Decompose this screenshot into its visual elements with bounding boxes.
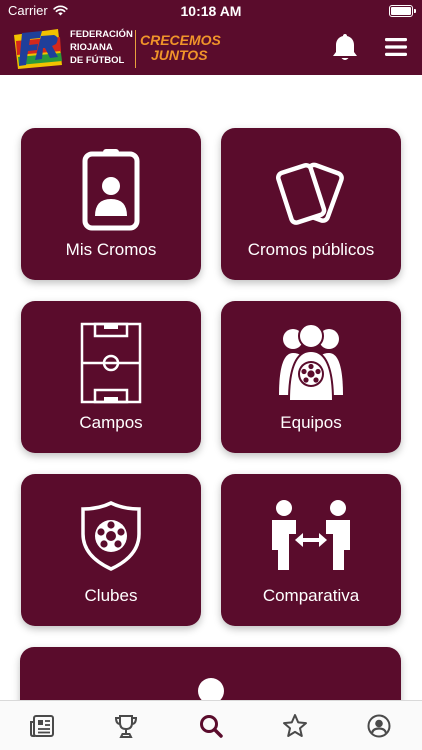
tab-bar — [0, 700, 422, 750]
hamburger-menu-icon[interactable] — [384, 36, 408, 58]
card-clubes[interactable]: Clubes — [21, 474, 201, 626]
card-label: Clubes — [84, 586, 138, 605]
card-label: Comparativa — [262, 586, 360, 605]
header-divider — [135, 30, 136, 68]
card-comparativa[interactable]: Comparativa — [221, 474, 401, 626]
star-icon[interactable] — [282, 713, 308, 739]
federation-line-2: RIOJANA — [70, 42, 113, 53]
federation-name: FEDERACIÓN RIOJANA DE FÚTBOL — [70, 28, 136, 67]
status-bar: Carrier 10:18 AM — [0, 0, 422, 22]
trophy-icon[interactable] — [113, 713, 139, 739]
card-label: Mis Cromos — [65, 240, 157, 259]
slogan-line-1: CRECEMOS — [140, 32, 221, 48]
card-campos[interactable]: Campos — [21, 301, 201, 453]
bell-icon[interactable] — [331, 32, 359, 62]
battery-icon — [389, 5, 416, 17]
compare-players-icon — [272, 500, 350, 570]
search-icon[interactable] — [198, 713, 224, 739]
id-badge-icon — [82, 149, 140, 231]
card-label: Cromos públicos — [247, 240, 375, 259]
card-cromos-publicos[interactable]: Cromos públicos — [221, 128, 401, 280]
card-label: Campos — [79, 413, 143, 432]
app-header: FR FEDERACIÓN RIOJANA DE FÚTBOL CRECEMOS… — [0, 22, 422, 75]
club-shield-icon — [81, 501, 141, 571]
cards-icon — [275, 162, 344, 225]
federation-line-3: DE FÚTBOL — [70, 55, 125, 66]
profile-icon[interactable] — [366, 713, 392, 739]
slogan: CRECEMOS JUNTOS — [140, 33, 221, 63]
slogan-line-2: JUNTOS — [151, 47, 208, 63]
news-icon[interactable] — [29, 713, 55, 739]
card-mis-cromos[interactable]: Mis Cromos — [21, 128, 201, 280]
status-time: 10:18 AM — [180, 3, 242, 19]
card-label: Equipos — [280, 413, 342, 432]
soccer-field-icon — [80, 322, 142, 404]
federation-logo[interactable]: FR — [12, 27, 64, 71]
team-icon — [279, 323, 343, 402]
federation-line-1: FEDERACIÓN — [70, 29, 133, 40]
card-equipos[interactable]: Equipos — [221, 301, 401, 453]
